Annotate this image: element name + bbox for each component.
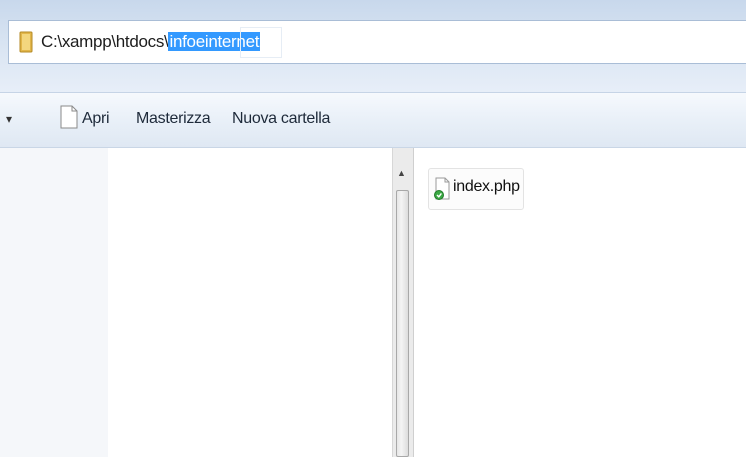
- file-list[interactable]: index.php: [414, 148, 746, 457]
- folder-icon: [19, 31, 33, 53]
- command-bar: ▾ Apri Masterizza Nuova cartella: [0, 92, 746, 148]
- file-name: index.php: [453, 178, 520, 195]
- document-icon: [60, 105, 78, 129]
- scroll-thumb[interactable]: [396, 190, 409, 457]
- open-button[interactable]: Apri: [82, 110, 110, 128]
- address-bar[interactable]: C:\xampp\htdocs\infoeinternet: [8, 20, 746, 64]
- new-folder-button[interactable]: Nuova cartella: [232, 110, 330, 128]
- php-file-icon: [434, 177, 450, 200]
- burn-button[interactable]: Masterizza: [136, 110, 211, 128]
- address-path-prefix: C:\xampp\htdocs\: [41, 32, 169, 51]
- list-item[interactable]: index.php: [428, 168, 524, 210]
- navigation-pane-shade: [0, 148, 108, 457]
- address-path[interactable]: C:\xampp\htdocs\infoeinternet: [41, 31, 261, 53]
- organize-dropdown-arrow[interactable]: ▾: [6, 112, 12, 126]
- navigation-scrollbar[interactable]: ▲: [392, 148, 413, 457]
- address-edit-box: [240, 27, 282, 58]
- scroll-up-arrow-icon[interactable]: ▲: [397, 168, 406, 178]
